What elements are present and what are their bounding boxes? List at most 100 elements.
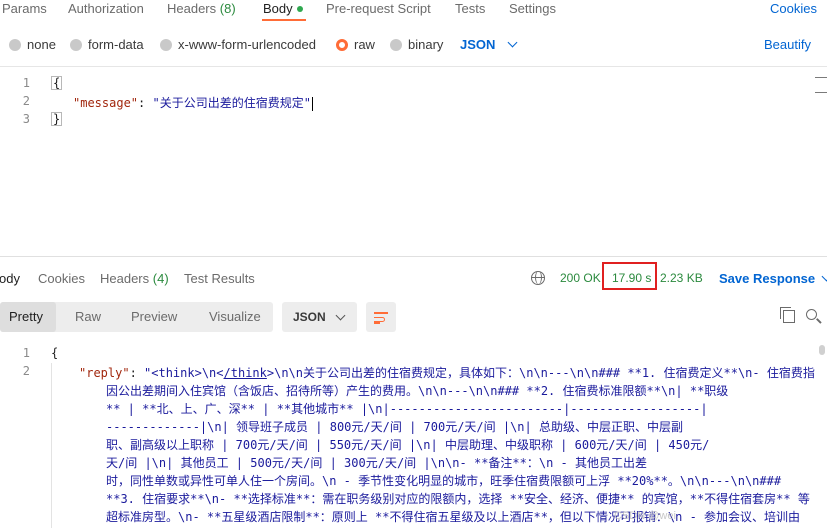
- radio-raw[interactable]: raw: [336, 37, 375, 52]
- json-string-value: >\n\n关于公司出差的住宿费规定，具体如下：\n\n---\n\n### **…: [266, 366, 815, 380]
- tab-response-body[interactable]: ody: [0, 271, 20, 286]
- response-format-dropdown[interactable]: JSON: [282, 302, 357, 332]
- wrapped-line: 时，同性单数或异性可单人住一个房间。\n - 季节性变化明显的城市，旺季住宿费限…: [106, 474, 782, 488]
- status-code[interactable]: 200 OK: [560, 271, 601, 285]
- tab-params[interactable]: Params: [2, 1, 47, 16]
- indent-guide: [51, 363, 52, 528]
- line-number: 2: [22, 364, 30, 378]
- tab-body[interactable]: Body: [263, 1, 303, 16]
- json-string-value-underlined: /think: [223, 366, 267, 380]
- radio-icon: [390, 38, 402, 51]
- radio-binary[interactable]: binary: [390, 37, 443, 52]
- chevron-down-icon: [821, 271, 827, 282]
- radio-label: x-www-form-urlencoded: [178, 37, 316, 52]
- tab-response-headers-label: Headers: [100, 271, 150, 286]
- beautify-button[interactable]: Beautify: [764, 37, 811, 52]
- radio-label: form-data: [88, 37, 144, 52]
- globe-icon[interactable]: [531, 271, 545, 285]
- line-code: "message": "关于公司出差的住宿费规定": [73, 94, 313, 111]
- wrapped-line: -------------|\n| 领导班子成员 | 800元/天/间 | 70…: [106, 420, 683, 434]
- tab-response-cookies[interactable]: Cookies: [38, 271, 85, 286]
- tab-body-label: Body: [263, 1, 293, 16]
- view-mode-preview[interactable]: Preview: [131, 309, 177, 324]
- line-number: 2: [22, 94, 30, 108]
- tab-response-headers[interactable]: Headers (4): [100, 271, 169, 286]
- open-brace: {: [51, 346, 59, 360]
- line-number: 1: [22, 346, 30, 360]
- response-body-viewer[interactable]: 1 { 2 "reply": "<think>\n</think>\n\n关于公…: [0, 345, 827, 528]
- body-format-label: JSON: [460, 37, 496, 52]
- line-code: {: [51, 76, 63, 90]
- wrapped-line: 天/间 |\n| 其他员工 | 500元/天/间 | 300元/天/间 |\n\…: [106, 456, 647, 470]
- json-key: "reply": [79, 366, 130, 380]
- tab-headers-count: (8): [219, 1, 236, 16]
- active-tab-indicator: [262, 19, 306, 21]
- chevron-down-icon: [507, 37, 518, 48]
- response-time[interactable]: 17.90 s: [612, 271, 651, 285]
- radio-label: binary: [408, 37, 444, 52]
- watermark: CSDN @wei: [614, 510, 676, 522]
- vertical-scrollbar[interactable]: [818, 345, 826, 528]
- wrap-lines-icon: [374, 312, 388, 314]
- json-string-value: "关于公司出差的住宿费规定": [152, 96, 311, 110]
- view-mode-visualize[interactable]: Visualize: [209, 309, 261, 324]
- editor-line: 1 {: [0, 76, 827, 94]
- chevron-down-icon: [335, 310, 346, 321]
- tab-tests[interactable]: Tests: [455, 1, 485, 16]
- body-format-dropdown[interactable]: JSON: [460, 37, 518, 52]
- tab-response-headers-count: (4): [152, 271, 169, 286]
- editor-overflow-marker: [815, 77, 827, 93]
- scrollbar-thumb[interactable]: [819, 345, 825, 355]
- open-brace: {: [51, 76, 63, 90]
- body-type-selector: none form-data x-www-form-urlencoded raw…: [0, 34, 827, 56]
- radio-selected-icon: [336, 38, 348, 51]
- cookies-link[interactable]: Cookies: [770, 1, 817, 16]
- wrapped-line: 职、副高级以上职称 | 700元/天/间 | 550元/天/间 |\n| 中层助…: [106, 438, 710, 452]
- save-response-label: Save Response: [719, 271, 816, 286]
- wrap-lines-icon-part: [374, 322, 380, 324]
- json-string-value: "<think>\n<: [144, 366, 224, 380]
- modified-dot-icon: [296, 5, 303, 12]
- line-code: }: [51, 112, 63, 126]
- response-size[interactable]: 2.23 KB: [660, 271, 703, 285]
- response-format-label: JSON: [293, 310, 326, 324]
- json-key: "message": [73, 96, 139, 110]
- radio-none[interactable]: none: [9, 37, 56, 52]
- request-tabs: Params Authorization Headers (8) Body Pr…: [0, 0, 827, 20]
- pane-resize-divider[interactable]: [0, 256, 827, 257]
- wrapped-line: 因公出差期间入住宾馆（含饭店、招待所等）产生的费用。\n\n---\n\n###…: [106, 384, 729, 398]
- radio-icon: [70, 38, 82, 51]
- close-brace: }: [51, 112, 63, 126]
- json-colon: :: [129, 366, 145, 380]
- copy-icon[interactable]: [780, 307, 795, 323]
- tab-settings[interactable]: Settings: [509, 1, 556, 16]
- editor-line: 2 "message": "关于公司出差的住宿费规定": [0, 94, 827, 112]
- tab-authorization[interactable]: Authorization: [68, 1, 144, 16]
- tab-pre-request-script[interactable]: Pre-request Script: [326, 1, 431, 16]
- radio-form-data[interactable]: form-data: [70, 37, 144, 52]
- divider: [0, 66, 827, 67]
- wrap-lines-button[interactable]: [366, 302, 396, 332]
- view-mode-segmented-control: Pretty Raw Preview Visualize: [0, 302, 273, 332]
- view-mode-raw[interactable]: Raw: [75, 309, 101, 324]
- wrapped-line: 超标准房型。\n- **五星级酒店限制**：原则上 **不得住宿五星级及以上酒店…: [106, 510, 801, 524]
- json-colon: :: [138, 96, 153, 110]
- radio-x-www-form-urlencoded[interactable]: x-www-form-urlencoded: [160, 37, 316, 52]
- text-cursor: [311, 96, 313, 111]
- line-number: 3: [22, 112, 30, 126]
- save-response-button[interactable]: Save Response: [719, 271, 827, 286]
- wrapped-line: ** | **北、上、广、深** | **其他城市** |\n|--------…: [106, 402, 708, 416]
- tab-headers[interactable]: Headers (8): [167, 1, 236, 16]
- radio-icon: [160, 38, 172, 51]
- editor-line: 3 }: [0, 112, 827, 130]
- radio-icon: [9, 38, 21, 51]
- search-icon[interactable]: [806, 309, 817, 320]
- radio-label: raw: [354, 37, 375, 52]
- radio-label: none: [27, 37, 56, 52]
- line-number: 1: [22, 76, 30, 90]
- wrapped-line: **3. 住宿要求**\n- **选择标准**：需在职务级别对应的限额内，选择 …: [106, 492, 810, 506]
- tab-headers-label: Headers: [167, 1, 217, 16]
- view-mode-pretty[interactable]: Pretty: [9, 309, 43, 324]
- line-code: {: [51, 346, 58, 360]
- tab-test-results[interactable]: Test Results: [184, 271, 255, 286]
